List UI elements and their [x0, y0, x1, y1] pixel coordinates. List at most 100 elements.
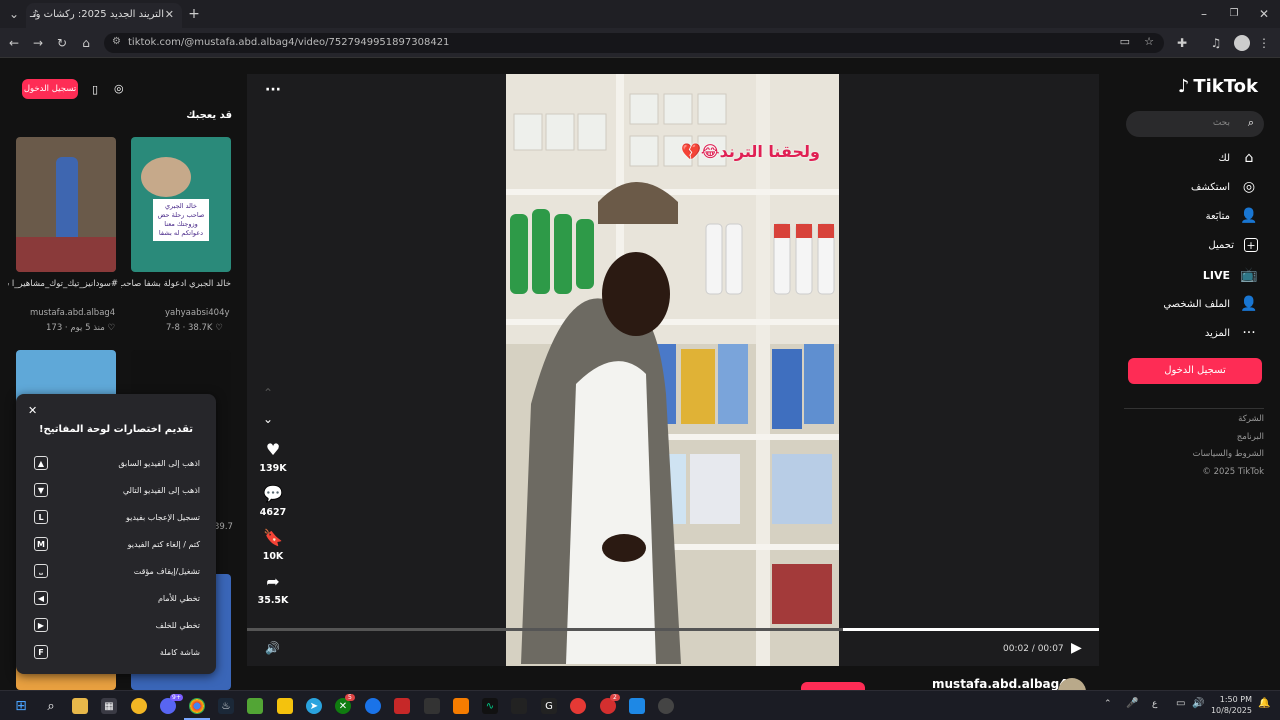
comment-button[interactable]: 💬 4627 — [255, 484, 291, 518]
record-icon[interactable] — [658, 698, 674, 714]
browser-tab[interactable]: ♪ التريند الجديد 2025: ركشات وتـ ✕ — [26, 3, 182, 28]
audio-icon[interactable]: ∿ — [482, 698, 498, 714]
clock-time: 1:50 PM — [1219, 695, 1252, 704]
extensions-icon[interactable]: ✚ — [1174, 35, 1190, 51]
mic-icon[interactable]: 🎤 — [1126, 698, 1138, 709]
site-info-icon[interactable]: ⚙ — [112, 36, 121, 47]
tiktok-logo[interactable]: ♪ TikTok — [1178, 76, 1258, 97]
video-still-image — [506, 74, 839, 666]
search-icon[interactable]: ⌕ — [1248, 116, 1254, 130]
close-popup-icon[interactable]: ✕ — [28, 404, 37, 417]
author-name[interactable]: mustafa.abd.albag4 — [932, 677, 1068, 690]
more-options-icon[interactable]: ··· — [265, 82, 281, 98]
like-button[interactable]: ♥ 139K — [255, 440, 291, 474]
sidebar-item-label: المزيد — [1204, 327, 1230, 339]
discover-icon[interactable]: ◎ — [114, 82, 124, 95]
browser-tab-bar: ⌄ ♪ التريند الجديد 2025: ركشات وتـ ✕ + –… — [0, 0, 1280, 28]
steam-icon[interactable]: ♨ — [218, 698, 234, 714]
menu-kebab-icon[interactable]: ⋮ — [1256, 35, 1272, 51]
arrow-left-key-icon: ◀ — [34, 591, 48, 605]
sidebar-item-live[interactable]: LIVE 📺 — [1203, 264, 1258, 286]
tray-chevron-icon[interactable]: ⌃ — [1104, 699, 1112, 709]
address-bar[interactable]: ⚙ tiktok.com/@mustafa.abd.albag4/video/7… — [104, 33, 1164, 53]
card-date: 7-8 — [166, 323, 180, 333]
sidebar-item-foryou[interactable]: لك ⌂ — [1219, 147, 1258, 169]
reload-icon[interactable]: ↻ — [54, 35, 70, 51]
shortcut-row: ⎵ تشغيل/إيقاف مؤقت — [34, 562, 200, 580]
bookmark-button[interactable]: 🔖 10K — [255, 528, 291, 562]
profile-avatar-icon[interactable] — [1234, 35, 1250, 51]
recommended-thumb-2[interactable] — [16, 137, 116, 272]
shield-icon[interactable] — [629, 698, 645, 714]
recommended-author-1[interactable]: yahyaabsi404y — [165, 308, 230, 318]
shortcut-row: ▲ اذهب إلى الفيديو السابق — [34, 454, 200, 472]
window-close-icon[interactable]: ✕ — [1256, 6, 1272, 22]
sidebar-item-explore[interactable]: استكشف ◎ — [1191, 176, 1258, 198]
recommended-caption-1[interactable]: خالد الجبري ادعولة بشفا صاحب رحلة حسن وز… — [121, 277, 231, 291]
card-date: منذ 5 يوم — [70, 323, 105, 333]
cast-icon[interactable]: ▭ — [1120, 35, 1130, 48]
app-dark-icon[interactable] — [511, 698, 527, 714]
forward-icon[interactable]: → — [30, 35, 46, 51]
progress-track[interactable] — [247, 628, 1099, 631]
sidebar-item-upload[interactable]: تحميل + — [1208, 234, 1258, 256]
telegram-icon[interactable]: ➤ — [306, 698, 322, 714]
chrome-icon[interactable] — [189, 698, 205, 714]
recommended-author-2[interactable]: mustafa.abd.albag4 — [30, 308, 115, 318]
home-button-icon[interactable]: ⌂ — [78, 35, 94, 51]
bookmark-star-icon[interactable]: ☆ — [1144, 35, 1154, 48]
sidebar-item-following[interactable]: متابَعة 👤 — [1206, 205, 1258, 227]
tab-list-icon[interactable]: ⌄ — [6, 6, 22, 22]
recommended-thumb-1[interactable]: خالد الجبري صاحب رحلة حض وزوجتك معنا دعو… — [131, 137, 231, 272]
new-tab-icon[interactable]: + — [186, 6, 202, 22]
upload-icon: + — [1244, 238, 1258, 252]
footer-program-link[interactable]: البرنامج — [1193, 429, 1264, 447]
app-orange-icon[interactable] — [453, 698, 469, 714]
search-taskbar-icon[interactable]: ⌕ — [43, 698, 59, 714]
volume-icon[interactable]: 🔊 — [265, 641, 280, 655]
file-explorer-icon[interactable] — [72, 698, 88, 714]
shortcut-row: ◀ تخطي للأمام — [34, 589, 200, 607]
arc-icon[interactable]: G — [541, 698, 557, 714]
sidebar-item-profile[interactable]: الملف الشخصي 👤 — [1163, 293, 1258, 315]
more-icon: ··· — [1242, 325, 1256, 341]
follow-button[interactable] — [801, 682, 865, 690]
notification-bell-icon[interactable]: 🔔 — [1258, 698, 1270, 709]
minimize-icon[interactable]: – — [1196, 6, 1212, 22]
media-icon[interactable]: ♫ — [1208, 35, 1224, 51]
next-video-icon[interactable]: ⌄ — [263, 412, 273, 426]
close-tab-icon[interactable]: ✕ — [165, 8, 174, 21]
video-frame[interactable]: ولحقنا الترند😂💔 — [506, 74, 839, 666]
restore-icon[interactable]: ❐ — [1226, 6, 1242, 22]
network-icon[interactable]: ▭ — [1176, 698, 1185, 709]
sidebar-login-button[interactable]: تسجيل الدخول — [1128, 358, 1262, 384]
play-icon[interactable]: ▶ — [1071, 640, 1082, 656]
recommended-meta-1: 7-8 · 38.7K ♡ — [166, 323, 223, 333]
drive-icon[interactable] — [277, 698, 293, 714]
share-button[interactable]: ➦ 35.5K — [255, 572, 291, 606]
windows-start-icon[interactable]: ⊞ — [13, 698, 29, 714]
device-icon[interactable]: ▯ — [92, 83, 98, 96]
footer-company-link[interactable]: الشركة — [1193, 411, 1264, 429]
game-icon[interactable] — [424, 698, 440, 714]
language-indicator[interactable]: ع — [1152, 699, 1157, 709]
app-icon[interactable] — [131, 698, 147, 714]
clock[interactable]: 1:50 PM 10/8/2025 — [1208, 694, 1252, 716]
top-login-button[interactable]: تسجيل الدخول — [22, 79, 78, 99]
back-icon[interactable]: ← — [6, 35, 22, 51]
time-total: 00:07 — [1037, 644, 1064, 654]
video-player[interactable]: ··· ولحقنا الترند😂💔 ⌃ ⌄ ♥ 139K 💬 4627 🔖 … — [247, 74, 1099, 666]
store-icon[interactable]: ▦ — [101, 698, 117, 714]
app-red-icon[interactable] — [394, 698, 410, 714]
recommended-caption-2[interactable]: #سودانيز_تيك_توك_مشاهير_ا سودانيز_تيك_تو… — [8, 277, 118, 291]
volume-tray-icon[interactable]: 🔊 — [1192, 698, 1204, 709]
minecraft-icon[interactable] — [247, 698, 263, 714]
sidebar-item-more[interactable]: المزيد ··· — [1205, 322, 1258, 344]
shortcut-row: ▼ اذهب إلى الفيديو التالي — [34, 481, 200, 499]
footer-terms-link[interactable]: الشروط والسياسات — [1193, 446, 1264, 464]
messenger-icon[interactable] — [365, 698, 381, 714]
shortcut-label: اذهب إلى الفيديو التالي — [122, 485, 200, 495]
previous-video-icon[interactable]: ⌃ — [263, 386, 273, 400]
opera-gx-icon[interactable] — [570, 698, 586, 714]
search-input[interactable]: ⌕ بحث — [1126, 111, 1264, 137]
